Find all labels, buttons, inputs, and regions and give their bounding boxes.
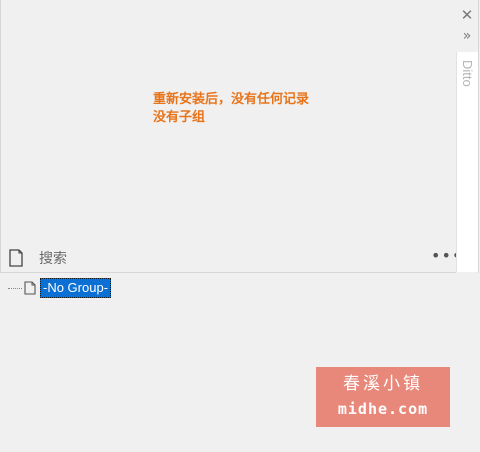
group-label[interactable]: -No Group-: [40, 278, 112, 298]
tree-connector: [8, 287, 22, 289]
page: 重新安装后，没有任何记录 没有子组 ••• ✕ » Ditto -No Grou…: [0, 0, 480, 452]
note-icon[interactable]: [9, 249, 23, 267]
annotation-line-2: 没有子组: [153, 110, 206, 125]
watermark-name: 春溪小镇: [343, 374, 423, 394]
search-input[interactable]: [37, 248, 421, 270]
watermark-url: midhe.com: [337, 400, 429, 418]
search-bar: •••: [1, 245, 461, 273]
watermark: 春溪小镇 midhe.com: [316, 367, 450, 427]
more-icon[interactable]: •••: [431, 248, 461, 267]
side-title: Ditto: [460, 60, 475, 87]
clip-list-area[interactable]: 重新安装后，没有任何记录 没有子组: [1, 0, 457, 242]
annotation-note: 重新安装后，没有任何记录 没有子组: [153, 91, 309, 127]
group-tree-item[interactable]: -No Group-: [8, 278, 112, 298]
annotation-line-1: 重新安装后，没有任何记录: [153, 92, 310, 107]
close-icon[interactable]: ✕: [457, 6, 477, 24]
note-icon: [24, 281, 36, 295]
ditto-window: 重新安装后，没有任何记录 没有子组 •••: [0, 0, 479, 273]
double-chevron-right-icon[interactable]: »: [457, 27, 477, 45]
